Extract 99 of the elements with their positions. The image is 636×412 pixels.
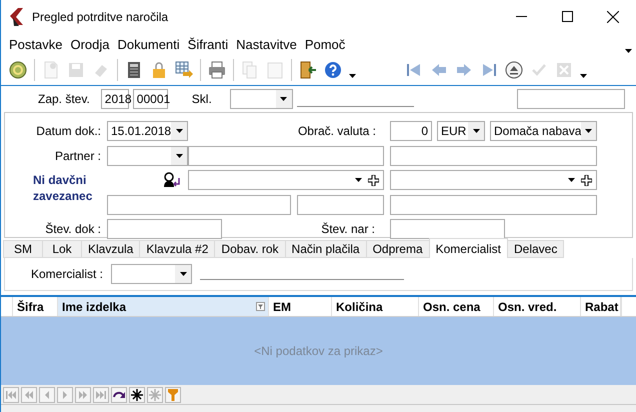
toolbar-button[interactable] xyxy=(206,59,228,81)
field-label: Štev. dok : xyxy=(44,222,101,236)
checkmark-icon xyxy=(531,62,547,78)
curved-arrow-icon xyxy=(113,390,125,400)
double-left-icon xyxy=(25,390,33,398)
column-header[interactable]: Ime izdelka xyxy=(58,297,269,316)
caret-icon xyxy=(580,74,586,78)
printer-icon xyxy=(208,61,226,79)
first-icon xyxy=(6,390,16,398)
copy-icon xyxy=(242,61,258,79)
field-label: Datum dok.: xyxy=(35,124,101,138)
text-field[interactable] xyxy=(390,194,597,215)
door-icon xyxy=(299,61,317,79)
field-label: Skl. xyxy=(192,92,212,106)
caret-icon xyxy=(280,97,288,101)
field-label: Zap. štev. xyxy=(38,92,90,106)
menu-item[interactable]: Dokumenti xyxy=(114,36,184,52)
text-field[interactable] xyxy=(107,194,291,215)
toolbar-button[interactable] xyxy=(173,59,195,81)
document-icon xyxy=(43,61,59,79)
order-number-field[interactable] xyxy=(390,219,505,240)
tab[interactable]: Klavzula #2 xyxy=(139,240,216,258)
filter-icon[interactable] xyxy=(256,302,265,311)
first-icon xyxy=(406,62,422,78)
menu-item[interactable]: Šifranti xyxy=(184,36,232,52)
cancel-icon xyxy=(556,62,572,78)
eraser-icon xyxy=(93,62,109,78)
rate-field[interactable]: 0 xyxy=(390,121,432,142)
last-icon xyxy=(481,62,497,78)
tab[interactable]: Klavzula xyxy=(81,240,140,258)
window-title: Pregled potrditve naročila xyxy=(32,10,170,24)
sales-rep-dropdown[interactable] xyxy=(111,264,192,284)
clipboard-icon xyxy=(267,61,283,79)
tab[interactable]: Dobav. rok xyxy=(214,240,286,258)
plus-icon[interactable] xyxy=(368,174,379,186)
table-icon xyxy=(175,61,193,79)
left-icon xyxy=(45,390,49,398)
toolbar-button[interactable] xyxy=(503,59,525,81)
field-label: Štev. nar : xyxy=(321,222,375,236)
overflow-caret-icon xyxy=(625,49,632,53)
caret-icon xyxy=(472,129,480,134)
eject-icon xyxy=(505,61,523,79)
tab[interactable]: SM xyxy=(3,240,43,258)
toolbar-button[interactable] xyxy=(322,59,344,81)
tab[interactable]: Odprema xyxy=(366,240,430,258)
number-field[interactable]: 00001 xyxy=(132,89,168,109)
person-arrow-icon[interactable] xyxy=(163,172,180,188)
caret-icon xyxy=(180,272,187,276)
lock-icon xyxy=(152,61,166,79)
warehouse-dropdown[interactable] xyxy=(230,89,293,109)
navigator-button[interactable] xyxy=(129,386,145,402)
tab[interactable]: Delavec xyxy=(506,240,564,258)
maximize-icon xyxy=(562,11,572,22)
close-icon xyxy=(607,10,619,22)
text-field[interactable] xyxy=(297,194,384,215)
minimize-icon xyxy=(516,16,526,17)
purchase-type-dropdown[interactable]: Domača nabava xyxy=(490,121,597,142)
menu-item[interactable]: Pomoč xyxy=(300,36,350,52)
tax-status-label: Ni davčni zavezanec xyxy=(32,172,94,205)
combo-field[interactable] xyxy=(188,170,384,190)
caret-icon xyxy=(176,154,182,158)
tab[interactable]: Lok xyxy=(42,240,82,258)
menu-item[interactable]: Nastavitve xyxy=(232,36,301,52)
menu-item[interactable]: Orodja xyxy=(66,36,114,52)
caret-icon xyxy=(355,178,362,182)
text-field[interactable] xyxy=(188,146,384,166)
toolbar-button[interactable] xyxy=(7,59,29,81)
currency-dropdown[interactable]: EUR xyxy=(437,121,485,142)
partner-dropdown[interactable] xyxy=(107,146,188,166)
document-number-field[interactable] xyxy=(107,219,222,240)
navigator-button[interactable] xyxy=(111,386,127,402)
combo-field[interactable] xyxy=(390,170,597,190)
app-logo-icon xyxy=(9,8,25,26)
tab[interactable]: Način plačila xyxy=(284,240,367,258)
caret-icon xyxy=(568,178,575,182)
field-label: Komercialist : xyxy=(31,267,104,281)
asterisk-icon xyxy=(131,388,143,400)
right-icon xyxy=(63,390,67,398)
text-field[interactable] xyxy=(516,89,625,109)
date-dropdown[interactable]: 15.01.2018 xyxy=(107,121,188,142)
right-arrow-icon xyxy=(456,62,472,78)
asterisk-icon xyxy=(149,388,161,400)
text-field[interactable] xyxy=(390,146,597,166)
plus-icon[interactable] xyxy=(581,174,592,186)
calculator-icon xyxy=(127,61,141,79)
field-label: Partner : xyxy=(54,148,101,163)
caret-icon xyxy=(585,129,592,134)
menu-item[interactable]: Postavke xyxy=(5,36,66,52)
caret-icon xyxy=(348,74,356,78)
left-arrow-icon xyxy=(431,62,447,78)
field-label: Obrač. valuta : xyxy=(298,124,376,138)
double-right-icon xyxy=(79,390,87,398)
refresh-icon xyxy=(9,61,27,79)
caret-icon xyxy=(176,129,183,134)
empty-message: <Ni podatkov za prikaz> xyxy=(254,344,383,358)
year-field[interactable]: 2018 xyxy=(100,89,129,109)
last-icon xyxy=(96,390,106,398)
help-icon xyxy=(324,61,342,79)
filter-icon xyxy=(168,388,178,400)
